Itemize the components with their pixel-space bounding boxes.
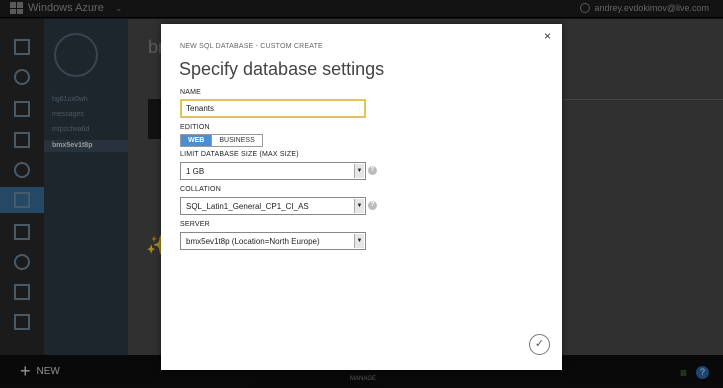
modal-overlay: × NEW SQL DATABASE - CUSTOM CREATE Speci… (0, 0, 723, 388)
server-value: bmx5ev1t8p (Location=North Europe) (186, 237, 320, 246)
new-sql-database-dialog: × NEW SQL DATABASE - CUSTOM CREATE Speci… (161, 24, 562, 370)
help-icon[interactable]: ? (368, 166, 377, 175)
edition-label: EDITION (180, 124, 210, 131)
close-icon[interactable]: × (544, 29, 551, 43)
name-field[interactable] (180, 99, 366, 118)
dropdown-arrow-icon[interactable]: ▼ (354, 234, 364, 248)
server-label: SERVER (180, 221, 210, 228)
checkmark-icon[interactable]: ✓ (529, 334, 550, 355)
server-select[interactable]: bmx5ev1t8p (Location=North Europe) ▼ (180, 232, 366, 250)
collation-value: SQL_Latin1_General_CP1_CI_AS (186, 202, 309, 211)
help-icon[interactable]: ? (368, 201, 377, 210)
dialog-heading: Specify database settings (179, 59, 385, 79)
collation-select[interactable]: SQL_Latin1_General_CP1_CI_AS ▼ (180, 197, 366, 215)
max-size-value: 1 GB (186, 167, 205, 176)
edition-toggle: WEB BUSINESS (180, 134, 263, 147)
name-label: NAME (180, 89, 202, 96)
collation-label: COLLATION (180, 186, 221, 193)
size-label: LIMIT DATABASE SIZE (MAX SIZE) (180, 151, 299, 158)
edition-business-button[interactable]: BUSINESS (212, 135, 262, 146)
dropdown-arrow-icon[interactable]: ▼ (354, 199, 364, 213)
edition-web-button[interactable]: WEB (181, 135, 213, 146)
dropdown-arrow-icon[interactable]: ▼ (354, 164, 364, 178)
max-size-select[interactable]: 1 GB ▼ (180, 162, 366, 180)
dialog-subtitle: NEW SQL DATABASE - CUSTOM CREATE (180, 43, 323, 50)
